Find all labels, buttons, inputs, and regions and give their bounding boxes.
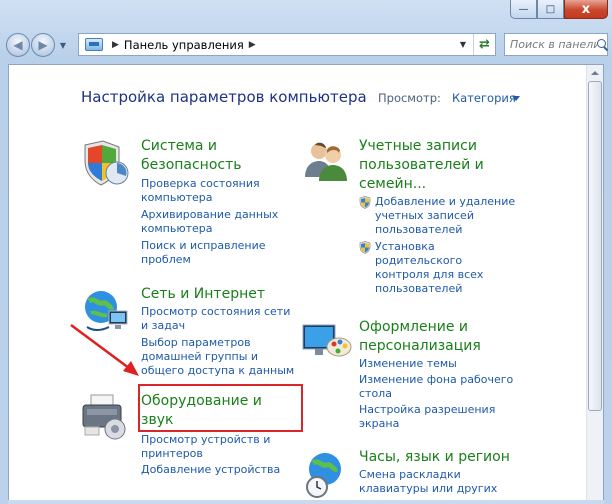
maximize-button[interactable]: □ bbox=[537, 0, 564, 19]
scrollbar-thumb[interactable] bbox=[588, 81, 602, 411]
search-box[interactable]: Поиск в панели управления bbox=[504, 33, 608, 56]
category-title-appearance-line2[interactable]: персонализация bbox=[359, 337, 513, 356]
chevron-down-icon[interactable] bbox=[512, 96, 520, 101]
category-title-user-accounts[interactable]: Учетные записи bbox=[359, 137, 515, 156]
category-network-internet: Сеть и Интернет Просмотр состояния сети и… bbox=[141, 285, 294, 378]
red-arrow-icon bbox=[70, 323, 139, 376]
link-homegroup[interactable]: Выбор параметров домашней группы и общего … bbox=[141, 336, 294, 378]
highlight-box bbox=[138, 384, 303, 432]
refresh-icon[interactable]: ⇄ bbox=[473, 34, 495, 55]
category-user-accounts: Учетные записи пользователей и семейн...… bbox=[359, 137, 515, 296]
link-change-theme[interactable]: Изменение темы bbox=[359, 357, 513, 371]
content-pane: Настройка параметров компьютера Просмотр… bbox=[8, 64, 604, 504]
navigation-bar: ◀ ▶ ▼ ▶ Панель управления ▶ ▼ ⇄ Поиск в … bbox=[6, 30, 608, 60]
link-devices-printers[interactable]: Просмотр устройств и принтеров bbox=[141, 433, 280, 461]
breadcrumb-control-panel[interactable]: Панель управления bbox=[124, 38, 244, 52]
window-bottom-edge bbox=[8, 500, 604, 504]
minimize-button[interactable]: — bbox=[510, 0, 537, 19]
window-caption-buttons: — □ x bbox=[510, 0, 608, 20]
clock-globe-icon[interactable] bbox=[299, 447, 355, 499]
link-add-remove-accounts[interactable]: Добавление и удаление учетных записей поль… bbox=[359, 195, 515, 237]
scroll-up-icon[interactable] bbox=[591, 71, 599, 75]
shield-icon bbox=[359, 196, 371, 209]
search-input[interactable]: Поиск в панели управления bbox=[510, 38, 597, 51]
forward-arrow-icon: ▶ bbox=[38, 38, 48, 52]
link-screen-resolution[interactable]: Настройка разрешения экрана bbox=[359, 403, 513, 431]
forward-button[interactable]: ▶ bbox=[31, 33, 55, 57]
link-troubleshoot[interactable]: Поиск и исправление проблем bbox=[141, 239, 278, 267]
view-by-label: Просмотр: bbox=[378, 91, 441, 105]
link-parental-controls[interactable]: Установка родительского контроля для всех п… bbox=[359, 240, 515, 296]
recent-pages-dropdown[interactable]: ▼ bbox=[56, 41, 70, 50]
link-network-status[interactable]: Просмотр состояния сети и задач bbox=[141, 305, 294, 333]
printer-icon[interactable] bbox=[79, 391, 135, 441]
category-title-user-accounts-line2[interactable]: пользователей и bbox=[359, 156, 515, 175]
link-change-background[interactable]: Изменение фона рабочего стола bbox=[359, 373, 513, 401]
view-by-dropdown[interactable]: Категория bbox=[452, 91, 516, 105]
category-system-security: Система и безопасность Проверка состояни… bbox=[141, 137, 278, 267]
address-history-dropdown[interactable]: ▼ bbox=[453, 34, 473, 55]
system-shield-icon[interactable] bbox=[79, 139, 135, 187]
control-panel-icon bbox=[85, 38, 103, 51]
category-title-system-security[interactable]: Система и bbox=[141, 137, 278, 156]
page-title: Настройка параметров компьютера bbox=[81, 88, 367, 106]
window-frame: — □ x ◀ ▶ ▼ ▶ Панель управления ▶ ▼ ⇄ По… bbox=[0, 0, 612, 504]
monitor-palette-icon[interactable] bbox=[299, 317, 355, 365]
link-backup[interactable]: Архивирование данных компьютера bbox=[141, 208, 278, 236]
breadcrumb-separator-end[interactable]: ▶ bbox=[249, 40, 256, 50]
category-title-user-accounts-line3[interactable]: семейн... bbox=[359, 175, 515, 194]
address-bar[interactable]: ▶ Панель управления ▶ ▼ ⇄ bbox=[78, 33, 496, 56]
back-button[interactable]: ◀ bbox=[6, 33, 30, 57]
close-button[interactable]: x bbox=[564, 0, 608, 19]
category-title-appearance[interactable]: Оформление и bbox=[359, 318, 513, 337]
link-check-status[interactable]: Проверка состояния компьютера bbox=[141, 177, 278, 205]
category-title-system-security-line2[interactable]: безопасность bbox=[141, 156, 278, 175]
breadcrumb-separator[interactable]: ▶ bbox=[112, 40, 119, 50]
category-appearance: Оформление и персонализация Изменение те… bbox=[359, 318, 513, 431]
category-title-clock-language-region[interactable]: Часы, язык и регион bbox=[359, 448, 510, 467]
search-icon[interactable] bbox=[597, 39, 606, 50]
shield-icon bbox=[359, 241, 371, 254]
link-add-device[interactable]: Добавление устройства bbox=[141, 463, 280, 477]
back-arrow-icon: ◀ bbox=[13, 38, 23, 52]
vertical-scrollbar[interactable] bbox=[586, 65, 603, 504]
category-clock-language-region: Часы, язык и регион Смена раскладки клави… bbox=[359, 448, 510, 496]
category-title-network-internet[interactable]: Сеть и Интернет bbox=[141, 285, 294, 304]
link-change-keyboard[interactable]: Смена раскладки клавиатуры или других bbox=[359, 468, 510, 496]
users-icon[interactable] bbox=[299, 137, 355, 185]
